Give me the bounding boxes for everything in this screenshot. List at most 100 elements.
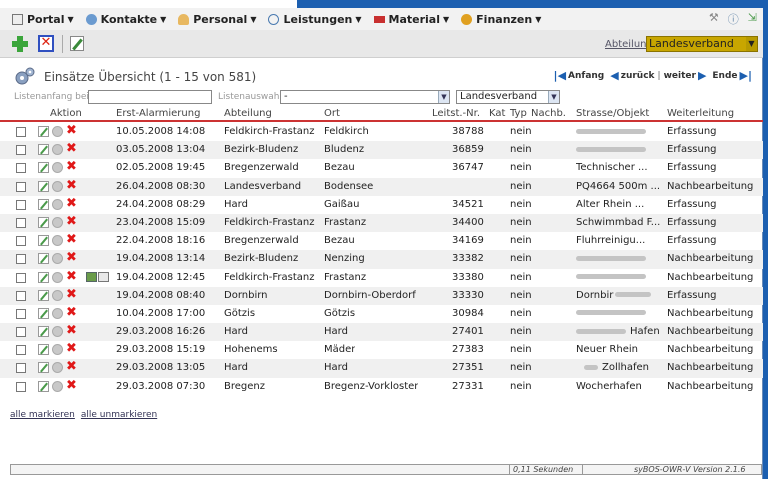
status-dot-icon[interactable] [52, 253, 63, 265]
row-checkbox[interactable] [16, 236, 26, 247]
table-row[interactable]: ✖ 29.03.2008 07:30 Bregenz Bregenz-Vorklost… [0, 378, 763, 396]
status-dot-icon[interactable] [52, 235, 63, 247]
table-row[interactable]: ✖ 26.04.2008 08:30 Landesverband Bodensee ne… [0, 177, 763, 196]
add-icon[interactable] [12, 36, 28, 52]
table-row[interactable]: ✖ 29.03.2008 16:26 Hard Hard 27401 nein Hafen N… [0, 323, 763, 342]
edit-icon[interactable] [38, 344, 49, 356]
col-abteilung[interactable]: Abteilung [224, 108, 272, 119]
start-input[interactable] [88, 90, 212, 104]
table-row[interactable]: ✖ 29.03.2008 13:05 Hard Hard 27351 nein Zollha… [0, 359, 763, 378]
row-checkbox[interactable] [16, 308, 26, 319]
tools-icon[interactable]: ⚒ [709, 11, 719, 27]
table-row[interactable]: ✖ 10.05.2008 14:08 Feldkirch-Frastanz Feldk… [0, 123, 763, 141]
menu-finanzen[interactable]: Finanzen ▼ [461, 13, 541, 26]
edit-icon[interactable] [38, 362, 49, 374]
abteilung-select[interactable]: Landesverband ▼ [646, 36, 758, 52]
delete-icon[interactable]: ✖ [66, 324, 77, 338]
pager-prev[interactable]: zurück [621, 71, 655, 81]
table-row[interactable]: ✖ 29.03.2008 15:19 Hohenems Mäder 27383 nein N… [0, 341, 763, 359]
row-checkbox[interactable] [16, 254, 26, 265]
menu-leistungen[interactable]: Leistungen ▼ [268, 13, 362, 26]
status-dot-icon[interactable] [52, 162, 63, 174]
edit-icon[interactable] [38, 162, 49, 174]
status-dot-icon[interactable] [52, 307, 63, 319]
edit-icon[interactable] [38, 289, 49, 301]
col-leitst[interactable]: Leitst.-Nr. [432, 108, 480, 119]
edit-icon[interactable] [70, 36, 84, 51]
pager-next[interactable]: weiter [664, 71, 696, 81]
delete-icon[interactable]: ✖ [66, 124, 77, 138]
edit-icon[interactable] [38, 253, 49, 265]
status-dot-icon[interactable] [52, 144, 63, 156]
col-ort[interactable]: Ort [324, 108, 340, 119]
delete-icon[interactable]: ✖ [66, 196, 77, 211]
row-checkbox[interactable] [16, 381, 26, 392]
status-dot-icon[interactable] [52, 198, 63, 210]
first-page-icon[interactable]: |◀ [554, 69, 566, 82]
delete-icon[interactable]: ✖ [66, 160, 77, 174]
table-row[interactable]: ✖ 19.04.2008 12:45 Feldkirch-Frastanz Frast… [0, 269, 763, 287]
menu-portal[interactable]: Portal ▼ [12, 13, 74, 26]
status-dot-icon[interactable] [52, 362, 63, 374]
col-nachb[interactable]: Nachb. [531, 108, 566, 119]
help-icon[interactable]: ⓘ [728, 11, 739, 27]
edit-icon[interactable] [38, 271, 49, 283]
table-row[interactable]: ✖ 19.04.2008 13:14 Bezirk-Bludenz Nenzing 33… [0, 250, 763, 269]
col-strasse[interactable]: Strasse/Objekt [576, 108, 649, 119]
unmark-all-link[interactable]: alle unmarkieren [81, 410, 157, 420]
table-row[interactable]: ✖ 03.05.2008 13:04 Bezirk-Bludenz Bludenz 36… [0, 141, 763, 160]
delete-icon[interactable]: ✖ [66, 142, 77, 156]
table-row[interactable]: ✖ 24.04.2008 08:29 Hard Gaißau 34521 nein Alte… [0, 196, 763, 214]
row-checkbox[interactable] [16, 217, 26, 228]
delete-icon[interactable]: ✖ [66, 287, 77, 302]
delete-icon[interactable]: ✖ [66, 214, 77, 229]
edit-icon[interactable] [38, 180, 49, 192]
row-checkbox[interactable] [16, 199, 26, 210]
row-checkbox[interactable] [16, 290, 26, 301]
status-dot-icon[interactable] [52, 180, 63, 192]
prev-page-icon[interactable]: ◀ [610, 69, 618, 82]
delete-icon[interactable]: ✖ [66, 305, 77, 320]
edit-icon[interactable] [38, 144, 49, 156]
table-row[interactable]: ✖ 23.04.2008 15:09 Feldkirch-Frastanz Frast… [0, 213, 763, 233]
col-aktion[interactable]: Aktion [50, 108, 82, 119]
image-icon[interactable] [86, 271, 97, 282]
table-row[interactable]: ✖ 22.04.2008 18:16 Bregenzerwald Bezau 34169… [0, 232, 763, 250]
delete-icon[interactable]: ✖ [66, 233, 77, 247]
table-row[interactable]: ✖ 02.05.2008 19:45 Bregenzerwald Bezau 36747… [0, 159, 763, 177]
row-checkbox[interactable] [16, 345, 26, 356]
edit-icon[interactable] [38, 198, 49, 210]
edit-icon[interactable] [38, 380, 49, 392]
logout-icon[interactable]: ⇲ [748, 11, 757, 27]
document-icon[interactable] [98, 271, 109, 282]
row-checkbox[interactable] [16, 127, 26, 137]
table-row[interactable]: ✖ 19.04.2008 08:40 Dornbirn Dornbirn-Oberdo… [0, 286, 763, 305]
status-dot-icon[interactable] [52, 271, 63, 283]
edit-icon[interactable] [38, 126, 49, 137]
row-checkbox[interactable] [16, 272, 26, 283]
row-checkbox[interactable] [16, 163, 26, 174]
row-checkbox[interactable] [16, 145, 26, 156]
menu-personal[interactable]: Personal ▼ [178, 13, 256, 26]
status-dot-icon[interactable] [52, 289, 63, 301]
col-typ[interactable]: Typ [510, 108, 527, 119]
delete-icon[interactable]: ✖ [66, 269, 77, 284]
pager-last[interactable]: Ende [712, 71, 737, 81]
delete-icon[interactable]: ✖ [66, 360, 77, 374]
menu-kontakte[interactable]: Kontakte ▼ [85, 13, 166, 26]
department-select[interactable]: Landesverband ▼ [456, 90, 560, 104]
status-dot-icon[interactable] [52, 380, 63, 392]
table-row[interactable]: ✖ 10.04.2008 17:00 Götzis Götzis 30984 nein Na… [0, 305, 763, 323]
delete-icon[interactable]: ✖ [66, 342, 77, 356]
delete-icon[interactable]: ✖ [66, 178, 77, 193]
status-dot-icon[interactable] [52, 326, 63, 338]
status-dot-icon[interactable] [52, 344, 63, 356]
col-kat[interactable]: Kat [489, 108, 505, 119]
pager-first[interactable]: Anfang [568, 71, 604, 81]
col-alarmierung[interactable]: Erst-Alarmierung [116, 108, 200, 119]
edit-icon[interactable] [38, 326, 49, 338]
row-checkbox[interactable] [16, 181, 26, 192]
edit-icon[interactable] [38, 307, 49, 319]
col-weiterleitung[interactable]: Weiterleitung [667, 108, 734, 119]
menu-material[interactable]: Material ▼ [373, 13, 449, 26]
